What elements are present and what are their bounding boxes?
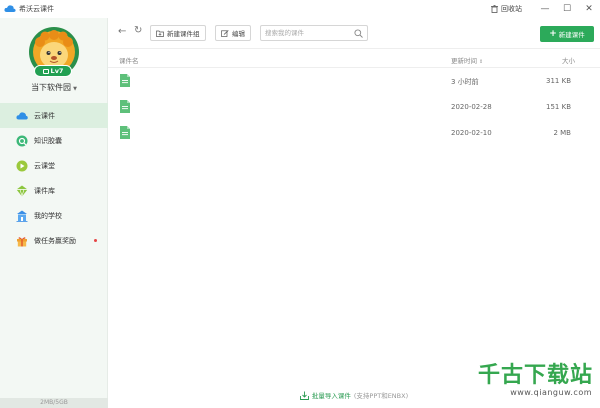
sidebar-item-tasks-rewards[interactable]: 做任务赢奖励 bbox=[0, 228, 108, 253]
recycle-bin-label: 回收站 bbox=[501, 5, 522, 13]
file-size: 2 MB bbox=[553, 129, 571, 137]
batch-import-link[interactable]: 批量导入课件 bbox=[312, 390, 351, 400]
app-window: 希沃云课件 回收站 — ☐ ✕ Lv7 当下软件园 ▼ 云课件 知识胶囊 云课堂… bbox=[0, 0, 600, 408]
sidebar-item-label: 云课件 bbox=[34, 111, 55, 120]
level-icon bbox=[42, 68, 49, 74]
recycle-bin-button[interactable]: 回收站 bbox=[491, 4, 522, 14]
table-header: 课件名 更新时间 ⇕ 大小 bbox=[108, 48, 600, 68]
caret-down-icon: ▼ bbox=[73, 86, 77, 92]
toolbar: ← ↻ 新建课件组 编辑 + 新建课件 bbox=[108, 18, 600, 48]
edit-label: 编辑 bbox=[232, 30, 245, 38]
app-logo-icon bbox=[4, 5, 16, 12]
close-button[interactable]: ✕ bbox=[578, 0, 600, 18]
window-controls: 回收站 — ☐ ✕ bbox=[491, 0, 600, 18]
folder-plus-icon bbox=[156, 30, 164, 37]
classroom-icon bbox=[16, 160, 28, 171]
search-box[interactable] bbox=[260, 25, 368, 41]
courseware-table: 课件名 更新时间 ⇕ 大小 3 小时前 311 KB 2020-02-28 151… bbox=[108, 48, 600, 146]
refresh-button[interactable]: ↻ bbox=[134, 26, 142, 36]
file-size: 151 KB bbox=[546, 103, 571, 111]
watermark-url: www.qianguw.com bbox=[510, 388, 592, 397]
edit-button[interactable]: 编辑 bbox=[215, 25, 251, 41]
watermark-title: 千古下载站 bbox=[478, 363, 594, 388]
minimize-button[interactable]: — bbox=[534, 0, 556, 18]
import-icon bbox=[299, 391, 309, 400]
window-title: 希沃云课件 bbox=[19, 5, 54, 13]
sidebar-item-label: 课件库 bbox=[34, 186, 55, 195]
sidebar-item-label: 云课堂 bbox=[34, 161, 55, 170]
plus-icon: + bbox=[549, 28, 557, 39]
column-header-size[interactable]: 大小 bbox=[562, 55, 575, 65]
sidebar-item-courseware-library[interactable]: 课件库 bbox=[0, 178, 108, 203]
import-hint: (支持PPT和ENBX) bbox=[353, 392, 409, 400]
file-date: 2020-02-10 bbox=[451, 129, 492, 137]
library-icon bbox=[16, 185, 28, 197]
sidebar: Lv7 当下软件园 ▼ 云课件 知识胶囊 云课堂 课件库 我的学校 做任务赢奖励… bbox=[0, 18, 108, 408]
trash-icon bbox=[491, 5, 498, 13]
table-row[interactable]: 3 小时前 311 KB bbox=[108, 68, 600, 94]
sidebar-item-my-school[interactable]: 我的学校 bbox=[0, 203, 108, 228]
title-bar: 希沃云课件 回收站 — ☐ ✕ bbox=[0, 0, 600, 18]
column-header-date[interactable]: 更新时间 ⇕ bbox=[451, 55, 483, 65]
new-group-button[interactable]: 新建课件组 bbox=[150, 25, 206, 41]
back-button[interactable]: ← bbox=[118, 27, 126, 37]
school-icon bbox=[16, 210, 28, 222]
level-badge: Lv7 bbox=[34, 65, 72, 77]
site-watermark: 千古下载站 www.qianguw.com bbox=[478, 363, 598, 398]
file-icon bbox=[120, 100, 130, 113]
sidebar-item-cloud-classroom[interactable]: 云课堂 bbox=[0, 153, 108, 178]
org-selector[interactable]: 当下软件园 ▼ bbox=[0, 82, 108, 93]
table-row[interactable]: 2020-02-28 151 KB bbox=[108, 94, 600, 120]
table-row[interactable]: 2020-02-10 2 MB bbox=[108, 120, 600, 146]
file-icon bbox=[120, 74, 130, 87]
edit-icon bbox=[221, 29, 229, 37]
new-group-label: 新建课件组 bbox=[167, 30, 200, 38]
cloud-icon bbox=[16, 111, 28, 119]
search-input[interactable] bbox=[261, 27, 353, 39]
file-date: 2020-02-28 bbox=[451, 103, 492, 111]
file-date: 3 小时前 bbox=[451, 78, 479, 86]
maximize-button[interactable]: ☐ bbox=[556, 0, 578, 18]
minimize-icon: — bbox=[540, 4, 550, 14]
column-header-date-label: 更新时间 bbox=[451, 57, 477, 65]
org-name: 当下软件园 bbox=[31, 83, 72, 92]
capsule-icon bbox=[16, 135, 28, 146]
search-icon bbox=[354, 29, 363, 38]
new-courseware-button[interactable]: + 新建课件 bbox=[540, 26, 594, 42]
sidebar-nav: 云课件 知识胶囊 云课堂 课件库 我的学校 做任务赢奖励 bbox=[0, 103, 108, 253]
sort-icon: ⇕ bbox=[479, 59, 484, 65]
file-icon bbox=[120, 126, 130, 139]
sidebar-item-label: 做任务赢奖励 bbox=[34, 236, 76, 245]
sidebar-item-label: 我的学校 bbox=[34, 211, 62, 220]
file-size: 311 KB bbox=[546, 77, 571, 85]
gift-icon bbox=[17, 236, 27, 246]
sidebar-item-knowledge-capsule[interactable]: 知识胶囊 bbox=[0, 128, 108, 153]
notification-dot bbox=[94, 239, 97, 242]
storage-usage: 2MB/5GB bbox=[0, 398, 108, 408]
new-courseware-label: 新建课件 bbox=[558, 31, 585, 39]
level-text: Lv7 bbox=[50, 67, 64, 75]
column-header-name[interactable]: 课件名 bbox=[119, 55, 139, 65]
sidebar-item-cloud-courseware[interactable]: 云课件 bbox=[0, 103, 108, 128]
maximize-icon: ☐ bbox=[562, 4, 572, 14]
close-icon: ✕ bbox=[585, 4, 593, 14]
sidebar-item-label: 知识胶囊 bbox=[34, 136, 62, 145]
